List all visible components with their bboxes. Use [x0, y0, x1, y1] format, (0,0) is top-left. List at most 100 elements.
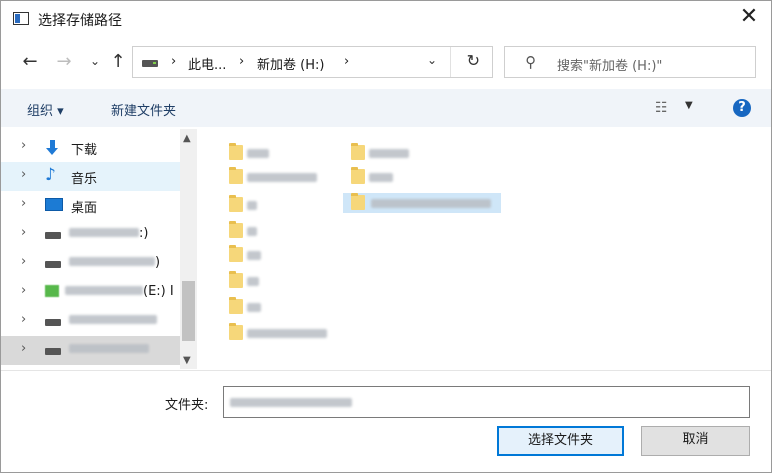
address-divider	[450, 47, 451, 77]
folder-icon	[229, 297, 243, 314]
tree-item-label: :)	[69, 226, 148, 241]
folder-icon	[229, 167, 243, 184]
drive-icon	[45, 232, 61, 239]
download-icon	[45, 140, 59, 156]
folder-item[interactable]	[229, 297, 279, 317]
tree-item-music[interactable]: › ♪ 音乐	[1, 162, 180, 191]
tree-item-desktop[interactable]: › 桌面	[1, 191, 180, 220]
folder-item[interactable]	[229, 167, 329, 187]
bottom-divider	[1, 370, 771, 371]
tree-item-label: 下载	[71, 143, 98, 158]
drive-icon	[45, 348, 61, 355]
redacted-text	[247, 329, 327, 338]
select-folder-button[interactable]: 选择文件夹	[497, 426, 624, 456]
tree-item-label	[69, 313, 157, 328]
drive-icon	[45, 319, 61, 326]
tree-item-label: 音乐	[71, 172, 98, 187]
search-icon: ⚲	[525, 53, 536, 71]
folder-icon	[229, 195, 243, 212]
title-bar: 选择存储路径 ✕	[1, 1, 771, 37]
folder-item-selected[interactable]	[343, 193, 501, 213]
breadcrumb-volume-h[interactable]: 新加卷 (H:)	[257, 54, 324, 73]
scrollbar-thumb[interactable]	[182, 281, 195, 341]
command-bar: 组织 ▾ 新建文件夹 ☷ ▼ ?	[1, 89, 771, 127]
close-icon[interactable]: ✕	[737, 5, 761, 29]
up-button[interactable]: ↑	[107, 51, 129, 72]
new-folder-button[interactable]: 新建文件夹	[111, 100, 176, 119]
expand-chevron-icon[interactable]: ›	[21, 196, 26, 211]
expand-chevron-icon[interactable]: ›	[21, 138, 26, 153]
recent-locations-button[interactable]: ⌄	[84, 54, 106, 68]
folder-icon	[229, 271, 243, 288]
tree-item-drive[interactable]: › :)	[1, 220, 180, 249]
tree-item-label	[69, 342, 149, 357]
scroll-up-icon[interactable]: ▲	[183, 133, 191, 144]
expand-chevron-icon[interactable]: ›	[21, 225, 26, 240]
expand-chevron-icon[interactable]: ›	[21, 341, 26, 356]
navigation-pane[interactable]: › 下载 › ♪ 音乐 › 桌面 › :) › ) › (E:) I › ›	[1, 129, 180, 369]
folder-item[interactable]	[229, 271, 279, 291]
folder-item[interactable]	[351, 143, 411, 163]
expand-chevron-icon[interactable]: ›	[21, 283, 26, 298]
scroll-down-icon[interactable]: ▼	[183, 355, 191, 366]
search-placeholder[interactable]: 搜索"新加卷 (H:)"	[557, 55, 662, 74]
redacted-text	[247, 201, 257, 210]
folder-label: 文件夹:	[165, 398, 209, 413]
folder-name-input[interactable]	[223, 386, 750, 418]
organize-button[interactable]: 组织 ▾	[27, 100, 64, 119]
view-dropdown-icon[interactable]: ▼	[685, 100, 693, 111]
folder-item[interactable]	[229, 245, 279, 265]
refresh-icon[interactable]: ↻	[467, 51, 480, 70]
redacted-text	[69, 257, 155, 266]
folder-icon	[229, 143, 243, 160]
drive-icon	[45, 261, 61, 268]
folder-icon	[229, 323, 243, 340]
expand-chevron-icon[interactable]: ›	[21, 167, 26, 182]
folder-item[interactable]	[229, 323, 339, 343]
tree-item-downloads[interactable]: › 下载	[1, 133, 180, 162]
folder-item[interactable]	[229, 195, 279, 215]
folder-item[interactable]	[229, 143, 289, 163]
redacted-text	[247, 173, 317, 182]
redacted-text	[369, 149, 409, 158]
drive-icon	[142, 60, 158, 67]
breadcrumb-this-pc[interactable]: 此电...	[188, 54, 226, 73]
redacted-text	[369, 173, 393, 182]
address-bar[interactable]: › 此电... › 新加卷 (H:) › ⌄ ↻	[132, 46, 493, 78]
redacted-text	[247, 227, 257, 236]
search-box[interactable]: ⚲ 搜索"新加卷 (H:)"	[504, 46, 756, 78]
tree-item-label: 桌面	[71, 201, 98, 216]
redacted-text	[247, 149, 269, 158]
tree-item-drive[interactable]: ›	[1, 307, 180, 336]
tree-item-drive[interactable]: ›	[1, 336, 180, 365]
redacted-text	[65, 286, 143, 295]
folder-item[interactable]	[351, 167, 411, 187]
folder-icon	[229, 221, 243, 238]
cancel-button[interactable]: 取消	[641, 426, 750, 456]
expand-chevron-icon[interactable]: ›	[21, 312, 26, 327]
app-icon	[13, 12, 29, 25]
tree-item-drive[interactable]: › (E:) I	[1, 278, 180, 307]
expand-chevron-icon[interactable]: ›	[21, 254, 26, 269]
folder-icon	[351, 193, 365, 210]
redacted-text	[69, 228, 139, 237]
music-icon: ♪	[45, 165, 56, 185]
folder-icon	[351, 143, 365, 160]
file-list[interactable]	[201, 129, 771, 369]
tree-item-drive[interactable]: › )	[1, 249, 180, 278]
breadcrumb-sep-icon: ›	[171, 54, 177, 69]
forward-button[interactable]: →	[53, 51, 75, 72]
view-options-icon[interactable]: ☷	[655, 100, 668, 116]
address-dropdown-icon[interactable]: ⌄	[427, 53, 437, 67]
folder-icon	[229, 245, 243, 262]
redacted-text	[230, 398, 352, 407]
help-icon[interactable]: ?	[733, 99, 751, 117]
folder-item[interactable]	[229, 221, 279, 241]
back-button[interactable]: ←	[19, 51, 41, 72]
tree-scrollbar[interactable]: ▲ ▼	[180, 129, 197, 369]
redacted-text	[247, 303, 261, 312]
tree-item-label: )	[69, 255, 160, 270]
redacted-text	[247, 277, 259, 286]
drive-icon	[45, 285, 59, 297]
window-title: 选择存储路径	[38, 13, 122, 29]
